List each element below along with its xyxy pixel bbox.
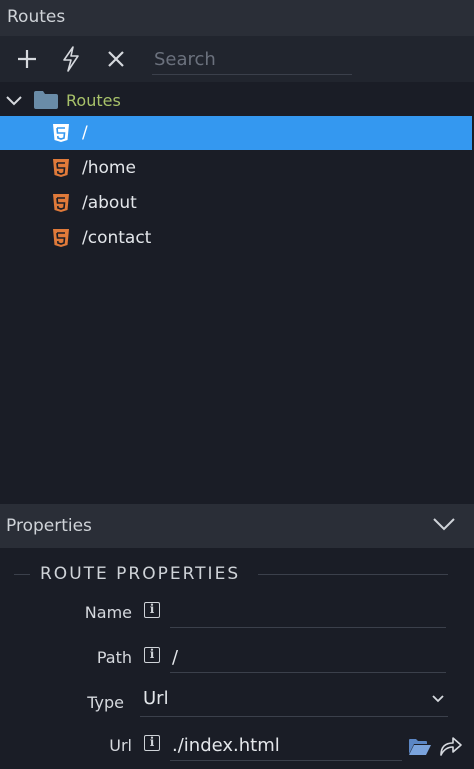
path-label: Path [96, 648, 132, 667]
properties-panel-header[interactable]: Properties [0, 504, 474, 548]
info-icon[interactable]: i [144, 735, 160, 751]
route-item-label: /home [82, 158, 136, 178]
chevron-down-icon[interactable] [6, 95, 22, 107]
url-field [170, 730, 402, 761]
route-item-label: / [82, 123, 88, 143]
type-select-value: Url [143, 688, 169, 709]
redirect-arrow-icon[interactable] [438, 734, 464, 758]
path-field [170, 642, 446, 673]
name-field [170, 597, 446, 628]
route-item-label: /contact [82, 228, 152, 248]
section-divider [258, 574, 448, 575]
type-select[interactable]: Url [140, 686, 448, 717]
route-item-about[interactable]: /about [0, 186, 472, 220]
name-input[interactable] [170, 597, 446, 627]
open-folder-icon[interactable] [408, 738, 432, 756]
info-icon[interactable]: i [144, 647, 160, 663]
generate-routes-button[interactable] [56, 44, 86, 74]
routes-panel-header: Routes [0, 0, 474, 36]
search-field [152, 44, 356, 75]
lightning-icon [63, 46, 79, 72]
route-item-label: /about [82, 193, 137, 213]
route-item-contact[interactable]: /contact [0, 221, 472, 255]
url-label: Url [109, 736, 132, 755]
search-input[interactable] [152, 44, 356, 74]
tree-root-label: Routes [66, 91, 121, 110]
properties-panel-title: Properties [6, 516, 92, 536]
delete-route-button[interactable] [101, 44, 131, 74]
html5-icon [53, 124, 69, 142]
url-input[interactable] [170, 730, 402, 760]
route-item-root[interactable]: / [0, 116, 472, 150]
properties-body: ROUTE PROPERTIES Name i Path i Type Url … [0, 548, 474, 769]
html5-icon [53, 194, 69, 212]
close-icon [108, 51, 124, 67]
routes-toolbar [0, 36, 474, 82]
plus-icon [18, 50, 36, 68]
info-icon[interactable]: i [144, 602, 160, 618]
name-label: Name [84, 603, 132, 622]
section-title: ROUTE PROPERTIES [40, 564, 241, 584]
section-divider [14, 574, 30, 575]
route-item-home[interactable]: /home [0, 151, 472, 185]
folder-icon [34, 91, 58, 109]
chevron-down-icon[interactable] [432, 516, 456, 532]
html5-icon [53, 159, 69, 177]
chevron-down-icon [432, 695, 444, 703]
routes-panel-title: Routes [7, 7, 66, 27]
path-input[interactable] [170, 642, 446, 672]
routes-tree: Routes / /home /about /contact [0, 82, 474, 502]
type-label: Type [87, 693, 124, 712]
tree-root-routes[interactable]: Routes [0, 86, 474, 116]
add-route-button[interactable] [12, 44, 42, 74]
html5-icon [53, 229, 69, 247]
